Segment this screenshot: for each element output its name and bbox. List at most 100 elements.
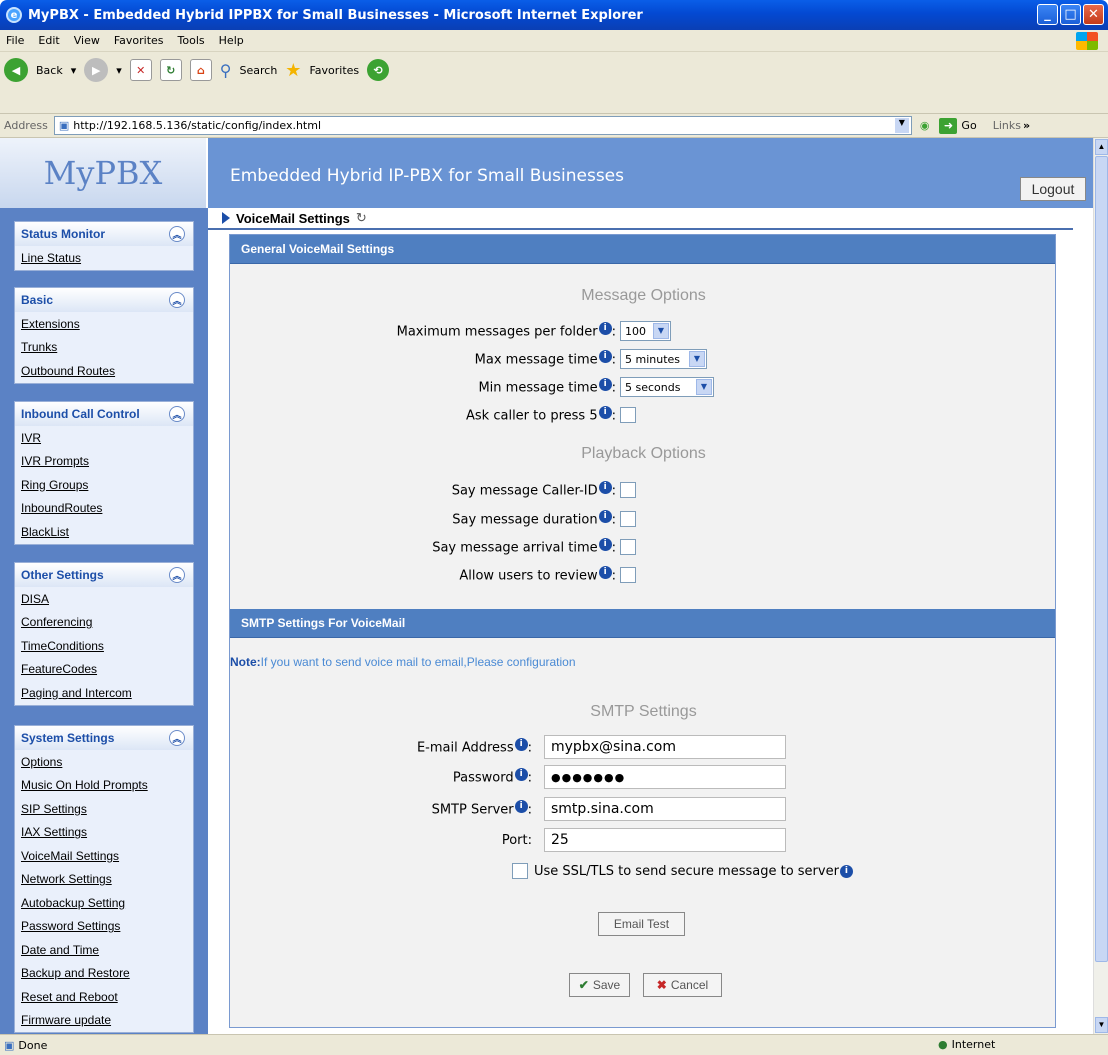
sidebar-item-iax-settings[interactable]: IAX Settings — [15, 820, 193, 844]
collapse-icon[interactable]: ︽ — [169, 567, 185, 583]
address-input[interactable]: ▣ http://192.168.5.136/static/config/ind… — [53, 116, 912, 135]
sidebar-item-sip-settings[interactable]: SIP Settings — [15, 797, 193, 821]
allow-review-label: Allow users to review — [459, 568, 598, 584]
search-button[interactable]: Search — [240, 64, 278, 77]
home-icon[interactable]: ⌂ — [189, 59, 212, 81]
collapse-icon[interactable]: ︽ — [169, 226, 185, 242]
maximize-button[interactable]: □ — [1060, 4, 1081, 25]
history-icon[interactable]: ⟲ — [367, 59, 390, 81]
forward-arrow-icon[interactable]: ▶ — [84, 58, 109, 82]
sidebar-item-line-status[interactable]: Line Status — [15, 246, 193, 270]
sidebar-item-time-conditions[interactable]: TimeConditions — [15, 634, 193, 658]
sidebar-item-options[interactable]: Options — [15, 750, 193, 774]
refresh-icon[interactable]: ↻ — [356, 210, 367, 226]
scroll-down-icon[interactable]: ▼ — [1095, 1017, 1108, 1033]
cancel-button[interactable]: ✖ Cancel — [643, 973, 722, 997]
info-icon[interactable]: i — [598, 566, 612, 580]
go-label: Go — [961, 119, 977, 132]
scrollbar-thumb[interactable] — [1095, 156, 1108, 962]
collapse-icon[interactable]: ︽ — [169, 730, 185, 746]
sidebar-item-ivr[interactable]: IVR — [15, 426, 193, 450]
address-dropdown-icon[interactable]: ▼ — [894, 118, 909, 133]
scroll-up-icon[interactable]: ▲ — [1095, 139, 1108, 155]
sidebar-item-conferencing[interactable]: Conferencing — [15, 610, 193, 634]
info-icon[interactable]: i — [514, 768, 528, 782]
sidebar-item-network-settings[interactable]: Network Settings — [15, 867, 193, 891]
sidebar-item-paging-intercom[interactable]: Paging and Intercom — [15, 681, 193, 705]
sidebar-item-blacklist[interactable]: BlackList — [15, 520, 193, 544]
back-arrow-icon[interactable]: ◀ — [4, 58, 28, 82]
go-arrow-icon: ➜ — [939, 117, 958, 134]
info-icon[interactable]: i — [598, 538, 612, 552]
info-icon[interactable]: i — [598, 322, 612, 336]
menu-tools[interactable]: Tools — [178, 34, 205, 47]
sidebar-item-disa[interactable]: DISA — [15, 587, 193, 611]
minimize-button[interactable]: _ — [1037, 4, 1058, 25]
status-bar: ▣ Done ● Internet — [0, 1034, 1108, 1055]
email-field[interactable]: mypbx@sina.com — [544, 735, 786, 759]
compat-icon[interactable]: ◉ — [920, 119, 930, 132]
go-button[interactable]: ➜ Go — [939, 117, 977, 134]
info-icon[interactable]: i — [598, 350, 612, 364]
say-callerid-checkbox[interactable] — [620, 482, 636, 498]
sidebar-item-backup-restore[interactable]: Backup and Restore — [15, 961, 193, 985]
logout-button[interactable]: Logout — [1020, 177, 1086, 201]
sidebar-group-title: Status Monitor — [21, 227, 105, 241]
sidebar-item-trunks[interactable]: Trunks — [15, 335, 193, 359]
sidebar-item-music-on-hold[interactable]: Music On Hold Prompts — [15, 773, 193, 797]
forward-dropdown-icon[interactable]: ▾ — [116, 64, 122, 77]
stop-icon[interactable]: ✕ — [129, 59, 152, 81]
menu-edit[interactable]: Edit — [38, 34, 59, 47]
menu-view[interactable]: View — [74, 34, 100, 47]
search-icon[interactable]: ⚲ — [220, 61, 232, 80]
email-test-button[interactable]: Email Test — [598, 912, 685, 936]
sidebar-item-ring-groups[interactable]: Ring Groups — [15, 473, 193, 497]
ssl-checkbox[interactable] — [512, 863, 528, 879]
sidebar-item-autobackup[interactable]: Autobackup Setting — [15, 891, 193, 915]
info-icon[interactable]: i — [598, 406, 612, 420]
sidebar-item-password-settings[interactable]: Password Settings — [15, 914, 193, 938]
links-label[interactable]: Links — [993, 119, 1021, 132]
back-dropdown-icon[interactable]: ▾ — [71, 64, 77, 77]
max-messages-select[interactable]: 100 ▼ — [620, 321, 671, 341]
sidebar-item-outbound-routes[interactable]: Outbound Routes — [15, 359, 193, 383]
smtp-server-field[interactable]: smtp.sina.com — [544, 797, 786, 821]
save-button[interactable]: ✔ Save — [569, 973, 630, 997]
sidebar-item-extensions[interactable]: Extensions — [15, 312, 193, 336]
info-icon[interactable]: i — [598, 510, 612, 524]
menu-file[interactable]: File — [6, 34, 24, 47]
favorites-star-icon[interactable]: ★ — [285, 60, 301, 81]
info-icon[interactable]: i — [598, 481, 612, 495]
close-button[interactable]: ✕ — [1083, 4, 1104, 25]
max-time-select[interactable]: 5 minutes ▼ — [620, 349, 707, 369]
sidebar-item-ivr-prompts[interactable]: IVR Prompts — [15, 449, 193, 473]
info-icon[interactable]: i — [514, 738, 528, 752]
menu-help[interactable]: Help — [219, 34, 244, 47]
say-arrival-checkbox[interactable] — [620, 539, 636, 555]
sidebar-item-inbound-routes[interactable]: InboundRoutes — [15, 496, 193, 520]
say-duration-checkbox[interactable] — [620, 511, 636, 527]
favorites-button[interactable]: Favorites — [309, 64, 359, 77]
refresh-icon[interactable]: ↻ — [159, 59, 182, 81]
menu-favorites[interactable]: Favorites — [114, 34, 164, 47]
back-button[interactable]: Back — [36, 64, 63, 77]
collapse-icon[interactable]: ︽ — [169, 406, 185, 422]
port-field[interactable]: 25 — [544, 828, 786, 852]
sidebar-item-firmware-update[interactable]: Firmware update — [15, 1008, 193, 1032]
min-time-select[interactable]: 5 seconds ▼ — [620, 377, 714, 397]
sidebar-item-voicemail-settings[interactable]: VoiceMail Settings — [15, 844, 193, 868]
info-icon[interactable]: i — [839, 864, 853, 878]
collapse-icon[interactable]: ︽ — [169, 292, 185, 308]
window-title: MyPBX - Embedded Hybrid IPPBX for Small … — [28, 7, 643, 23]
allow-review-checkbox[interactable] — [620, 567, 636, 583]
vertical-scrollbar[interactable]: ▲ ▼ — [1093, 138, 1108, 1034]
sidebar-item-reset-reboot[interactable]: Reset and Reboot — [15, 985, 193, 1009]
password-field[interactable]: ●●●●●●● — [544, 765, 786, 789]
sidebar-item-feature-codes[interactable]: FeatureCodes — [15, 657, 193, 681]
sidebar-item-date-time[interactable]: Date and Time — [15, 938, 193, 962]
links-chevron-icon[interactable]: » — [1023, 119, 1030, 132]
smtp-server-label: SMTP Server — [431, 802, 514, 818]
press5-checkbox[interactable] — [620, 407, 636, 423]
info-icon[interactable]: i — [598, 378, 612, 392]
info-icon[interactable]: i — [514, 800, 528, 814]
